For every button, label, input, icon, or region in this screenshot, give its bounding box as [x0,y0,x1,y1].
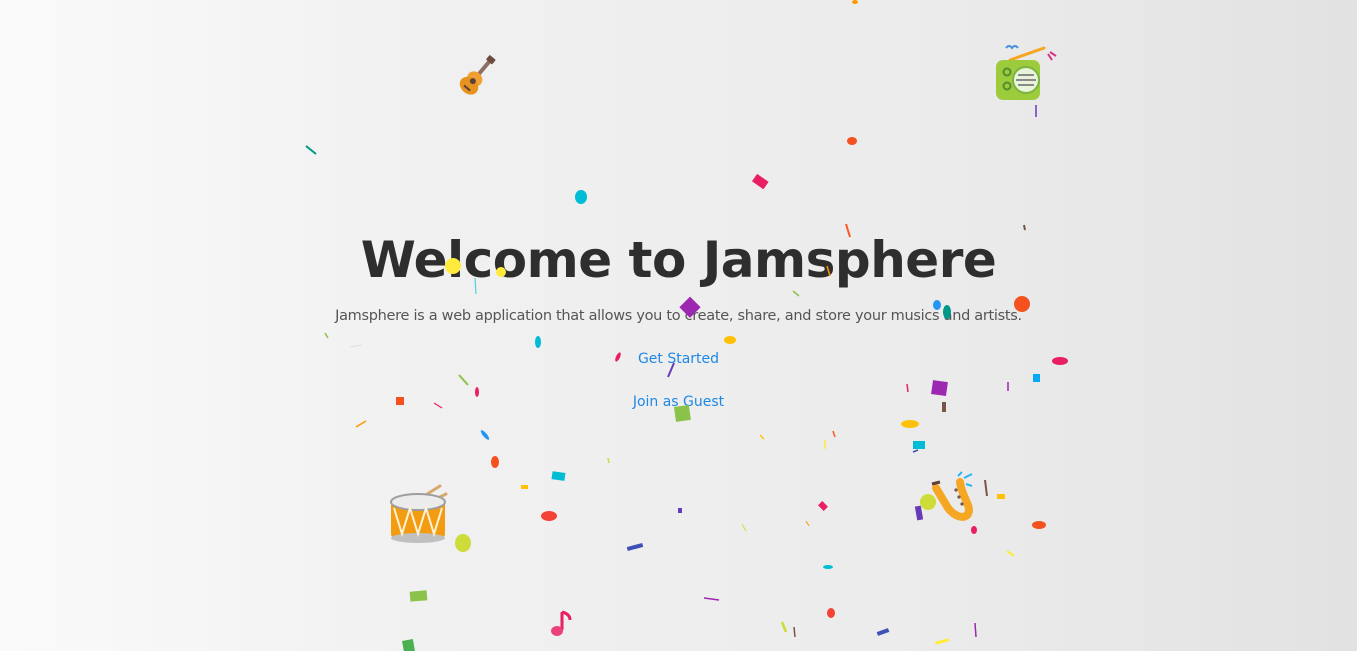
confetti-piece [1032,521,1046,529]
confetti-piece [741,523,747,532]
confetti-piece [575,190,587,204]
confetti-piece [491,456,499,468]
drum-icon [390,484,448,543]
confetti-piece [847,137,857,145]
confetti-piece [305,145,317,155]
confetti-piece [626,542,644,552]
confetti-piece [780,621,788,633]
confetti-piece [901,420,919,428]
confetti-piece [974,622,977,638]
confetti-piece [1006,550,1015,557]
guitar-icon [459,55,496,95]
confetti-piece [997,494,1005,499]
confetti-piece [913,441,925,449]
join-as-guest-link[interactable]: Join as Guest [579,392,779,412]
confetti-piece [827,608,835,618]
confetti-piece [912,449,919,453]
confetti-piece [751,173,769,190]
confetti-piece [355,420,367,428]
confetti-piece [876,628,890,636]
saxophone-icon [931,471,973,521]
confetti-piece [409,590,428,602]
confetti-piece [759,434,765,440]
confetti-piece [551,471,566,481]
confetti-piece [678,508,682,513]
confetti-piece [480,430,490,440]
confetti-piece [793,626,796,638]
confetti-piece [823,565,833,569]
confetti-piece [541,511,557,521]
confetti-piece [818,501,828,511]
hero-section: Welcome to Jamsphere Jamsphere is a web … [0,228,1357,412]
confetti-piece [934,638,950,645]
page-title: Welcome to Jamsphere [360,231,997,289]
confetti-piece [984,479,988,497]
confetti-piece [852,0,858,4]
page-subtitle: Jamsphere is a web application that allo… [335,308,1022,324]
confetti-piece [914,505,924,521]
music-note-icon [551,610,572,636]
confetti-piece [521,485,528,489]
confetti-piece [805,520,810,527]
get-started-link[interactable]: Get Started [579,349,779,369]
confetti-piece [971,526,977,534]
confetti-piece [455,534,471,552]
confetti-piece [832,430,836,438]
confetti-piece [703,597,720,601]
confetti-piece [607,457,610,464]
confetti-piece [402,639,415,651]
radio-icon [996,45,1057,100]
